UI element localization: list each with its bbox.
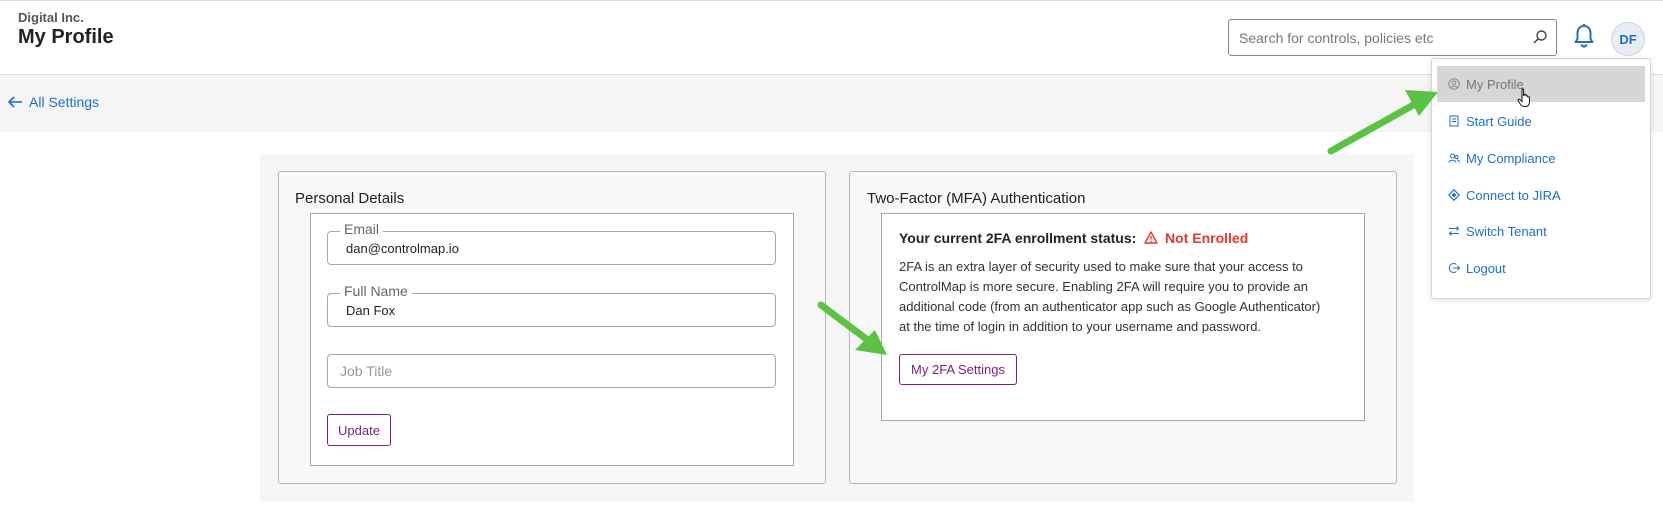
full-name-label: Full Name (340, 283, 412, 299)
user-circle-icon (1448, 78, 1460, 90)
search-icon[interactable] (1532, 29, 1548, 45)
personal-details-card: Personal Details Email dan@controlmap.io… (278, 171, 826, 484)
email-value: dan@controlmap.io (346, 241, 459, 256)
all-settings-link[interactable]: All Settings (7, 94, 99, 110)
menu-item-logout[interactable]: Logout (1437, 250, 1645, 286)
full-name-field[interactable]: Full Name Dan Fox (327, 283, 776, 327)
my-2fa-settings-button[interactable]: My 2FA Settings (899, 354, 1017, 385)
user-menu: My Profile Start Guide My Compliance Con… (1431, 58, 1651, 299)
job-title-input[interactable] (340, 355, 760, 387)
hand-pointer-icon (1517, 88, 1530, 107)
menu-item-my-compliance[interactable]: My Compliance (1437, 140, 1645, 176)
mfa-status-value: Not Enrolled (1165, 230, 1249, 246)
warning-icon (1144, 231, 1158, 244)
page-title: My Profile (18, 26, 114, 48)
org-name: Digital Inc. (18, 10, 84, 25)
mfa-status-box: Your current 2FA enrollment status: Not … (881, 213, 1365, 421)
mfa-card: Two-Factor (MFA) Authentication Your cur… (849, 171, 1397, 484)
menu-item-my-profile[interactable]: My Profile (1437, 66, 1645, 102)
mfa-description: 2FA is an extra layer of security used t… (899, 259, 1321, 334)
users-icon (1448, 153, 1460, 163)
menu-item-switch-tenant[interactable]: Switch Tenant (1437, 213, 1645, 249)
main-panel: Personal Details Email dan@controlmap.io… (260, 154, 1414, 502)
email-label: Email (340, 221, 384, 237)
menu-item-label: My Profile (1466, 76, 1524, 92)
avatar[interactable]: DF (1611, 22, 1645, 56)
mfa-status-line: Your current 2FA enrollment status: Not … (899, 230, 1248, 246)
full-name-value: Dan Fox (346, 303, 396, 318)
logout-icon (1448, 263, 1460, 273)
menu-item-label: My Compliance (1466, 150, 1556, 166)
jira-icon (1448, 189, 1460, 201)
mfa-status-prefix: Your current 2FA enrollment status: (899, 230, 1137, 246)
bell-icon[interactable] (1572, 23, 1596, 49)
menu-item-start-guide[interactable]: Start Guide (1437, 103, 1645, 139)
settings-subbar: All Settings (0, 75, 1663, 132)
update-button[interactable]: Update (327, 414, 391, 446)
search-box[interactable] (1228, 19, 1557, 56)
top-header: Digital Inc. My Profile DF (0, 0, 1663, 75)
menu-item-label: Start Guide (1466, 113, 1532, 129)
switch-icon (1448, 226, 1460, 236)
search-input[interactable] (1239, 20, 1519, 55)
job-title-field[interactable] (327, 354, 776, 388)
all-settings-label: All Settings (29, 94, 100, 110)
menu-item-connect-jira[interactable]: Connect to JIRA (1437, 177, 1645, 213)
personal-details-form: Email dan@controlmap.io Full Name Dan Fo… (310, 213, 794, 466)
menu-item-label: Connect to JIRA (1466, 187, 1561, 203)
mfa-title: Two-Factor (MFA) Authentication (867, 190, 1086, 207)
arrow-left-icon (7, 96, 22, 108)
menu-item-label: Logout (1466, 260, 1506, 276)
email-field[interactable]: Email dan@controlmap.io (327, 221, 776, 265)
book-icon (1449, 115, 1459, 127)
menu-item-label: Switch Tenant (1466, 223, 1547, 239)
personal-details-title: Personal Details (295, 190, 405, 207)
